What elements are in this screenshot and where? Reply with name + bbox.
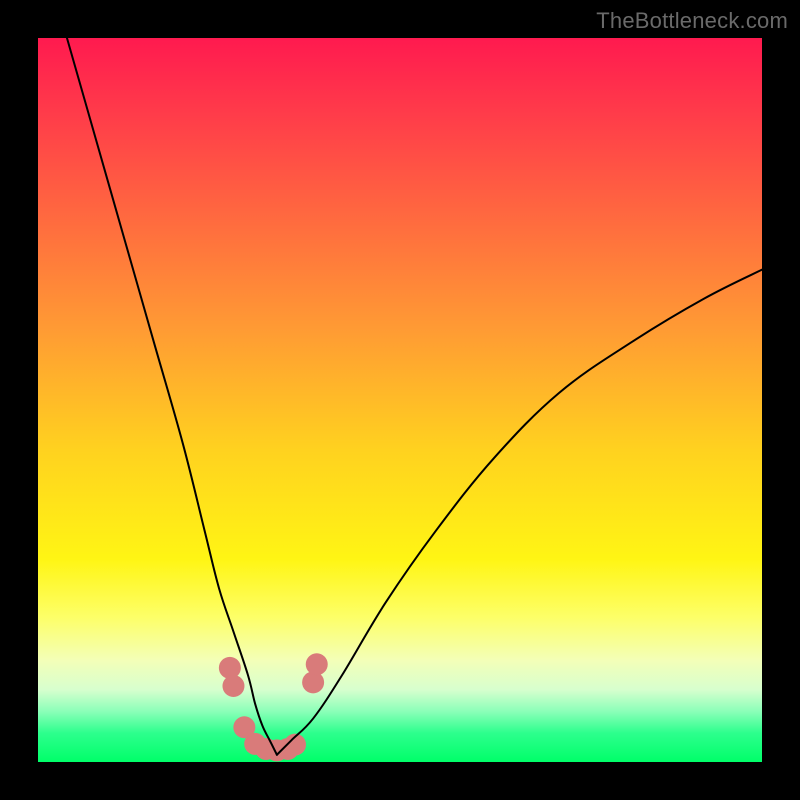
data-marker	[222, 675, 244, 697]
curve-left-arm	[67, 38, 277, 755]
curve-right-arm	[277, 270, 762, 755]
chart-svg	[38, 38, 762, 762]
plot-area	[38, 38, 762, 762]
data-marker	[306, 653, 328, 675]
chart-frame: TheBottleneck.com	[0, 0, 800, 800]
data-marker	[219, 657, 241, 679]
watermark-text: TheBottleneck.com	[596, 8, 788, 34]
curve-layer	[67, 38, 762, 755]
data-marker	[302, 671, 324, 693]
marker-layer	[219, 653, 328, 761]
